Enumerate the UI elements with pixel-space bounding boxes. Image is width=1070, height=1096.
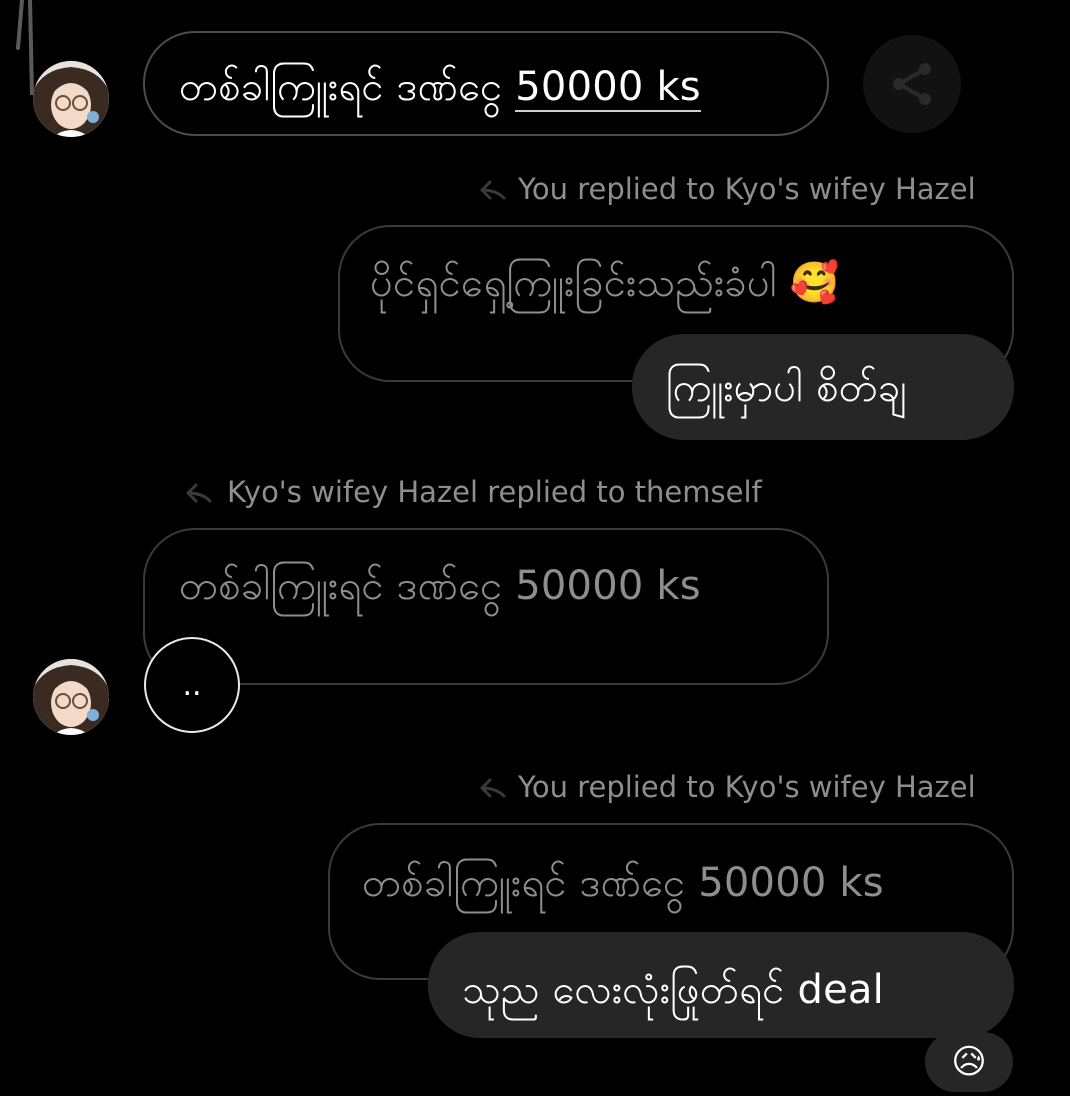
sender-avatar[interactable]	[33, 61, 109, 137]
message-amount-link[interactable]: 50000 ks	[515, 64, 701, 112]
sent-message-bubble[interactable]: ကြူးမှာပါ စိတ်ချ	[632, 334, 1014, 440]
smiling-hearts-emoji: 🥰	[789, 260, 840, 306]
reply-arrow-icon	[186, 483, 212, 503]
sent-message-text: ကြူးမှာပါ စိတ်ချ	[666, 365, 907, 411]
quoted-text: ပိုင်ရှင်ရှေ့ကြူးခြင်းသည်းခံပါ	[370, 260, 777, 306]
share-icon	[893, 63, 931, 105]
message-text: တစ်ခါကြူးရင် ဒဏ်ငွေ 50000 ks	[179, 61, 701, 120]
share-button[interactable]	[863, 35, 961, 133]
message-bubble[interactable]: တစ်ခါကြူးရင် ဒဏ်ငွေ 50000 ks	[143, 31, 829, 136]
avatar-photo	[33, 61, 109, 137]
reply-context-label: Kyo's wifey Hazel replied to themself	[227, 475, 762, 509]
reply-context-label: You replied to Kyo's wifey Hazel	[518, 172, 976, 206]
avatar-photo	[33, 659, 109, 735]
quoted-message-bubble[interactable]: တစ်ခါကြူးရင် ဒဏ်ငွေ 50000 ks	[143, 528, 829, 685]
quoted-message-text: တစ်ခါကြူးရင် ဒဏ်ငွေ 50000 ks	[362, 860, 884, 906]
sad-relieved-emoji: 😥	[951, 1042, 987, 1082]
reply-context-label: You replied to Kyo's wifey Hazel	[518, 770, 976, 804]
sender-avatar[interactable]	[33, 659, 109, 735]
message-reaction[interactable]: 😥	[925, 1032, 1013, 1092]
top-edge-artifact	[8, 0, 34, 97]
dots-text: ..	[182, 668, 202, 703]
sent-message-text: သုည လေးလုံးဖြုတ်ရင် deal	[462, 967, 884, 1013]
quoted-message-text: တစ်ခါကြူးရင် ဒဏ်ငွေ 50000 ks	[179, 563, 701, 609]
reply-arrow-icon	[480, 180, 506, 200]
message-text-main: တစ်ခါကြူးရင် ဒဏ်ငွေ	[179, 64, 503, 110]
quoted-message-text: ပိုင်ရှင်ရှေ့ကြူးခြင်းသည်းခံပါ 🥰	[370, 257, 840, 316]
sent-message-bubble[interactable]: သုည လေးလုံးဖြုတ်ရင် deal	[428, 932, 1014, 1038]
dots-message-bubble[interactable]: ..	[144, 637, 240, 733]
reply-arrow-icon	[480, 778, 506, 798]
